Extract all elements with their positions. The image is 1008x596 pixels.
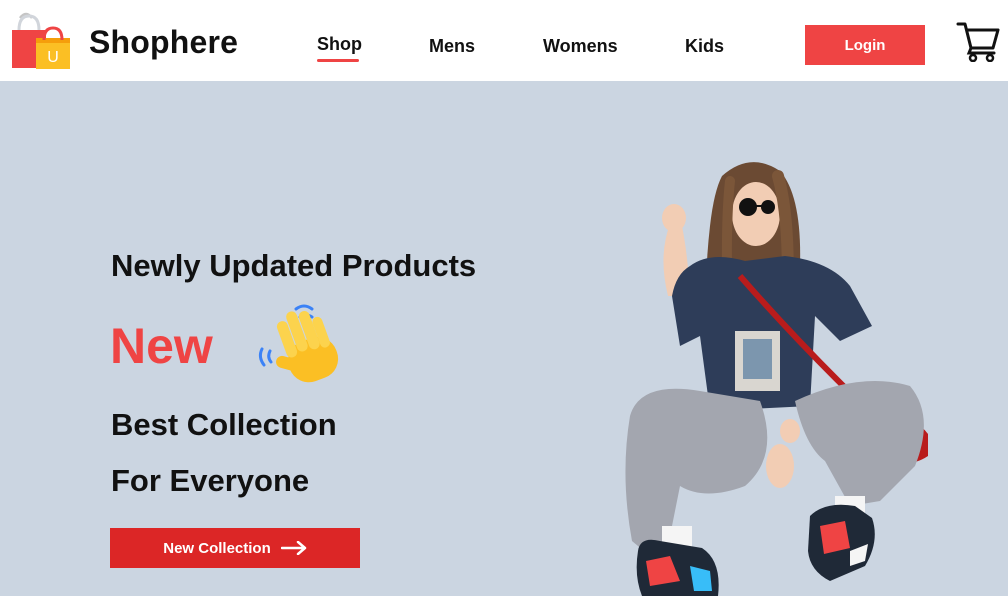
nav-shop[interactable]: Shop [317,34,362,55]
model-photo [625,162,928,596]
shopping-bags-logo-icon[interactable]: U [10,12,72,70]
hero-highlight: New [110,318,213,374]
site-header: U Shophere Shop Mens Womens Kids Login [0,0,1008,81]
arrow-right-icon [280,541,306,555]
nav-kids[interactable]: Kids [685,36,724,57]
new-collection-label: New Collection [163,539,271,557]
nav-womens[interactable]: Womens [543,36,618,57]
hero-section: Newly Updated Products New Best Collecti… [0,81,1008,596]
nav-active-indicator [317,59,359,62]
logo-letter: U [47,49,59,66]
login-button[interactable]: Login [805,25,925,65]
nav-mens[interactable]: Mens [429,36,475,57]
brand-name[interactable]: Shophere [89,24,238,61]
waving-hand-icon [258,304,339,383]
new-collection-button[interactable]: New Collection [110,528,360,568]
cart-icon[interactable] [956,20,1000,62]
hero-heading-line2: For Everyone [111,463,310,498]
hero-subtitle: Newly Updated Products [111,248,477,283]
hero-heading-line1: Best Collection [111,407,337,442]
